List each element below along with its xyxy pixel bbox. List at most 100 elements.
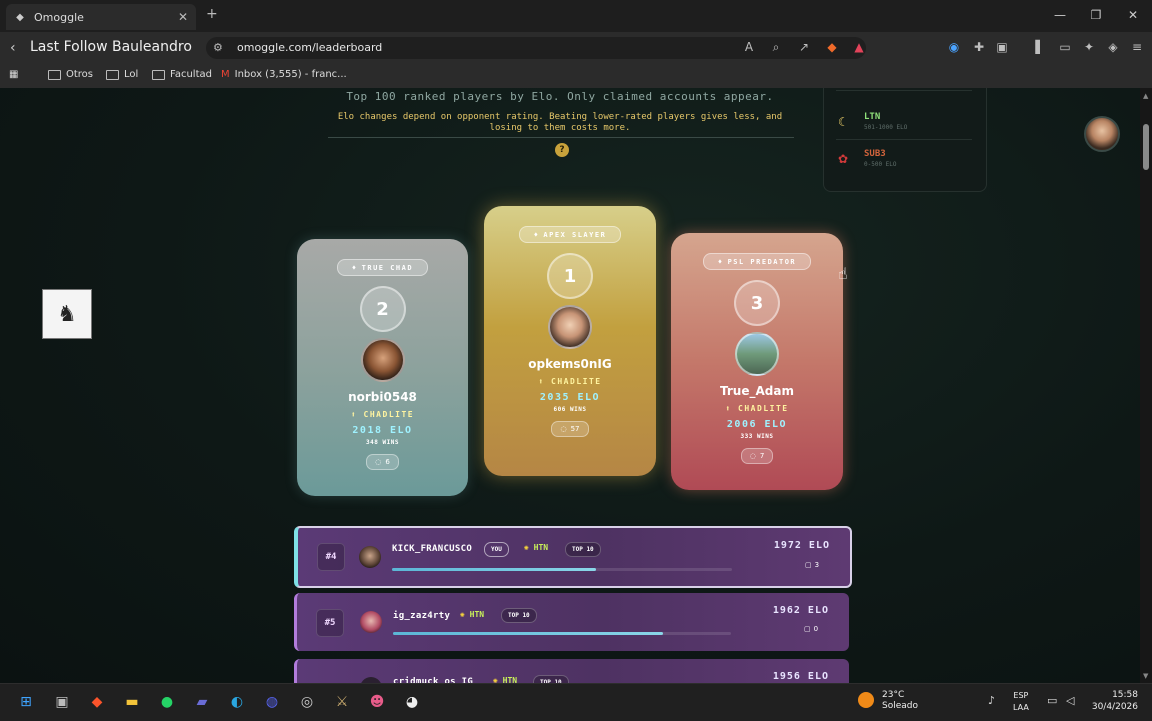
vpn-icon[interactable]: ◈	[1105, 40, 1121, 54]
site-settings-icon[interactable]: ⚙	[213, 41, 223, 54]
elo-note: Elo changes depend on opponent rating. B…	[337, 112, 783, 133]
top10-badge: TOP 10	[501, 608, 537, 623]
rank-circle: 2	[359, 286, 406, 332]
share-icon[interactable]: ↗	[796, 40, 812, 54]
page-title-overlay: Last Follow Bauleandro	[30, 39, 192, 55]
trophy-icon: ♦	[533, 230, 540, 239]
close-window-icon[interactable]: ✕	[1123, 8, 1143, 22]
file-explorer-icon[interactable]: ▬	[121, 692, 143, 712]
steam-icon[interactable]: ◎	[296, 692, 318, 712]
trophy-icon: ♦	[351, 263, 358, 272]
sun-icon: ✺	[460, 610, 470, 619]
you-badge: YOU	[484, 542, 509, 557]
badge: ♦ PSL PREDATOR	[702, 253, 812, 270]
extensions-icon[interactable]: ✚	[971, 40, 987, 54]
player-elo: 2035 ELO	[539, 392, 601, 403]
discord-icon[interactable]: ◍	[261, 692, 283, 712]
floating-thumbnail[interactable]: ♞	[42, 289, 92, 339]
app-icon[interactable]: ☻	[366, 692, 388, 712]
clock[interactable]: 15:58 30/4/2026	[1090, 689, 1138, 713]
brave-rewards-icon[interactable]: ▲	[851, 40, 867, 54]
row-tier: ✺ HTN	[524, 543, 549, 552]
row-rank: #4	[317, 543, 345, 571]
screenshot-icon[interactable]: ▣	[994, 40, 1010, 54]
podium-card-2[interactable]: ♦ TRUE CHAD 2 norbi0548 ⬆ CHADLITE 2018 E…	[297, 239, 468, 496]
ai-icon[interactable]: ✦	[1081, 40, 1097, 54]
tier-range: 501-1000 ELO	[864, 124, 908, 131]
maximize-icon[interactable]: ❐	[1086, 8, 1106, 22]
divider	[328, 137, 794, 138]
back-icon[interactable]: ‹	[10, 40, 16, 56]
rank-circle: 3	[734, 280, 780, 326]
bookmark-lol[interactable]: Lol	[106, 69, 138, 80]
menu-icon[interactable]: ≡	[1129, 40, 1145, 54]
apps-icon[interactable]: ▦	[9, 69, 18, 80]
scroll-down-icon[interactable]: ▼	[1143, 672, 1148, 680]
row-player-name: ig_zaz4rty	[393, 611, 451, 621]
microphone-icon[interactable]: ♪	[988, 694, 995, 707]
bookmark-otros[interactable]: Otros	[48, 69, 93, 80]
row-elo: 1972 ELO	[773, 540, 830, 551]
sidebar-icon[interactable]: ▌	[1032, 40, 1048, 54]
whatsapp-icon[interactable]: ●	[156, 692, 178, 712]
wallet-icon[interactable]: ▭	[1057, 40, 1073, 54]
help-button[interactable]: ?	[555, 143, 569, 157]
scroll-up-icon[interactable]: ▲	[1143, 92, 1148, 100]
weather-sun-icon	[858, 692, 874, 708]
audio-icon[interactable]: ◉	[946, 40, 962, 54]
comments-button[interactable]: ▢ 0	[804, 625, 818, 633]
comments-button[interactable]: ◌ 7	[740, 448, 774, 464]
moon-icon: ☾	[838, 115, 849, 129]
player-wins: 348 WINS	[366, 439, 399, 446]
player-tier: ⬆ CHADLITE	[538, 377, 602, 386]
user-avatar[interactable]	[1084, 116, 1120, 152]
brave-shield-icon[interactable]: ◆	[824, 40, 840, 54]
scrollbar-thumb[interactable]	[1143, 124, 1149, 170]
zoom-icon[interactable]: ⌕	[768, 40, 784, 55]
rose-icon: ✿	[838, 152, 849, 166]
player-elo: 2006 ELO	[726, 419, 788, 430]
player-tier: ⬆ CHADLITE	[725, 404, 789, 413]
task-view-icon[interactable]: ▣	[51, 692, 73, 712]
weather-widget[interactable]: 23°C Soleado	[882, 690, 918, 712]
network-icon[interactable]: ▭	[1047, 694, 1057, 707]
panda-app-icon[interactable]: ◕	[401, 692, 423, 712]
elo-progress-track	[392, 568, 732, 571]
bookmark-facultad[interactable]: Facultad	[152, 69, 212, 80]
browser-tab[interactable]: ◆ Omoggle ✕	[6, 4, 196, 30]
comments-button[interactable]: ◌ 6	[366, 454, 399, 470]
edge-icon[interactable]: ◐	[226, 692, 248, 712]
league-icon[interactable]: ⚔	[331, 692, 353, 712]
volume-icon[interactable]: ◁	[1066, 694, 1074, 707]
translate-icon[interactable]: A	[741, 40, 757, 54]
comment-icon: ◌	[375, 458, 382, 466]
url-text[interactable]: omoggle.com/leaderboard	[237, 41, 382, 54]
badge: ♦ APEX SLAYER	[518, 226, 622, 243]
tier-row-sub3: ✿ SUB3 0-500 ELO	[836, 148, 972, 176]
gmail-icon: M	[221, 69, 230, 80]
player-avatar	[360, 338, 405, 382]
player-avatar	[735, 332, 779, 376]
minimize-icon[interactable]: —	[1050, 8, 1070, 22]
trophy-icon: ♦	[717, 257, 724, 266]
podium-card-3[interactable]: ♦ PSL PREDATOR 3 True_Adam ⬆ CHADLITE 200…	[671, 233, 843, 490]
row-player-name: KICK_FRANCUSCO	[392, 544, 473, 554]
teams-icon[interactable]: ▰	[191, 692, 213, 712]
comments-button[interactable]: ▢ 3	[805, 561, 819, 569]
brave-taskbar-icon[interactable]: ◆	[86, 692, 108, 712]
weather-desc: Soleado	[882, 701, 918, 711]
player-name: True_Adam	[720, 384, 794, 398]
leaderboard-subtitle: Top 100 ranked players by Elo. Only clai…	[346, 90, 774, 103]
comment-icon: ▢	[805, 561, 812, 569]
windows-start-icon[interactable]: ⊞	[15, 692, 37, 712]
close-tab-icon[interactable]: ✕	[178, 10, 188, 24]
scrollbar[interactable]	[1140, 88, 1152, 683]
leaderboard-row[interactable]: #5 ig_zaz4rty ✺ HTN TOP 10 1962 ELO ▢ 0	[294, 593, 849, 651]
bookmark-inbox[interactable]: M Inbox (3,555) - franc...	[221, 69, 347, 80]
podium-card-1[interactable]: ♦ APEX SLAYER 1 opkems0nIG ⬆ CHADLITE 203…	[484, 206, 656, 476]
comments-button[interactable]: ◌ 57	[551, 421, 589, 437]
leaderboard-row[interactable]: #4 KICK_FRANCUSCO YOU ✺ HTN TOP 10 1972 …	[294, 526, 852, 588]
site-favicon-icon: ◆	[16, 11, 24, 23]
new-tab-button[interactable]: +	[206, 6, 218, 22]
language-indicator[interactable]: ESP LAA	[1013, 690, 1029, 714]
